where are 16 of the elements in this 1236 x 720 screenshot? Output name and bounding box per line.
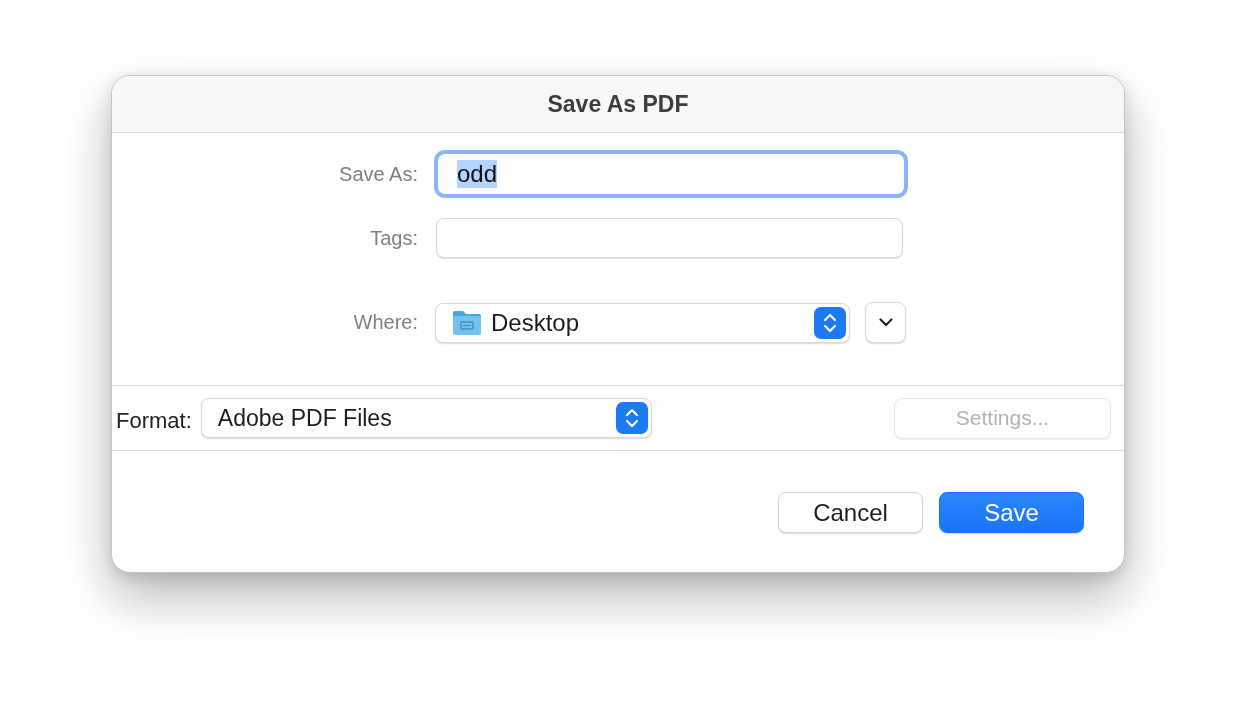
filename-field[interactable]: odd <box>434 150 908 198</box>
expand-button[interactable] <box>865 302 906 343</box>
format-popup[interactable]: Adobe PDF Files <box>200 398 652 438</box>
folder-icon <box>452 309 482 336</box>
format-label: Format: <box>116 408 192 434</box>
field-label: Save As: <box>338 162 418 186</box>
tags-field[interactable] <box>436 218 903 258</box>
location-popup[interactable]: Desktop <box>435 302 850 343</box>
field-label: Tags: <box>369 226 418 250</box>
field-label: Where: <box>352 311 418 334</box>
chevron-icon <box>878 318 893 327</box>
stepper-icon <box>814 306 846 339</box>
dialog-title: Save As PDF <box>547 90 689 118</box>
stepper-icon <box>615 402 648 434</box>
default-button[interactable]: Save <box>939 492 1084 533</box>
dialog-button[interactable]: Cancel <box>778 492 923 533</box>
